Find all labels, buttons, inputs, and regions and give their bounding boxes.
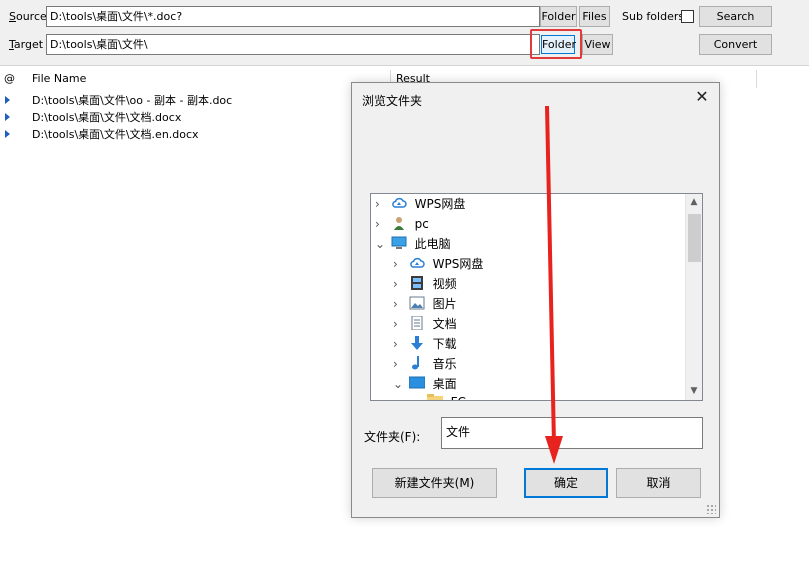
scroll-down-icon[interactable]: ▼ [686, 383, 702, 400]
subfolders-checkbox[interactable] [681, 10, 694, 23]
chevron-right-icon[interactable]: › [375, 214, 387, 234]
source-folder-button[interactable]: Folder [540, 6, 577, 27]
scroll-thumb[interactable] [688, 214, 701, 262]
tree-item-label: 此电脑 [414, 237, 451, 251]
source-input[interactable]: D:\tools\桌面\文件\*.doc? [46, 6, 540, 27]
folder-field-label: 文件夹(F): [364, 430, 421, 444]
tree-item-pc[interactable]: › pc [375, 214, 429, 234]
chevron-down-icon[interactable]: ⌄ [375, 234, 387, 254]
tree-item-pictures[interactable]: › 图片 [393, 294, 457, 314]
chevron-right-icon[interactable]: › [393, 274, 405, 294]
table-row[interactable]: D:\tools\桌面\文件\文档.en.docx [0, 126, 340, 143]
row-expand-icon[interactable] [5, 130, 10, 138]
folder-button-highlight [530, 29, 582, 59]
tree-item-downloads[interactable]: › 下载 [393, 334, 457, 354]
column-divider [756, 70, 757, 88]
annotation-arrow [545, 105, 563, 464]
tree-item-videos[interactable]: › 视频 [393, 274, 457, 294]
desktop-icon [408, 376, 425, 389]
tree-item-fc[interactable]: FC [411, 392, 466, 400]
ok-button[interactable]: 确定 [524, 468, 608, 498]
subfolders-label: Sub folders [622, 10, 685, 23]
chevron-right-icon[interactable]: › [393, 294, 405, 314]
tree-item-desktop[interactable]: ⌄ 桌面 [393, 374, 457, 394]
cancel-button[interactable]: 取消 [616, 468, 701, 498]
column-file-name[interactable]: File Name [32, 72, 86, 85]
cloud-icon [392, 197, 407, 208]
tree-item-label: 视频 [432, 277, 457, 291]
tree-item-music[interactable]: › 音乐 [393, 354, 457, 374]
chevron-right-icon[interactable]: › [393, 354, 405, 374]
cloud-icon [410, 257, 425, 268]
tree-item-label: 音乐 [432, 357, 457, 371]
source-label: Source [9, 10, 47, 23]
document-icon [411, 316, 423, 330]
chevron-right-icon[interactable]: › [393, 314, 405, 334]
tree-item-label: FC [451, 392, 466, 400]
chevron-right-icon[interactable]: › [375, 194, 387, 214]
tree-item-label: 桌面 [432, 377, 457, 391]
target-view-button[interactable]: View [582, 34, 613, 55]
computer-icon [391, 236, 407, 249]
file-name-cell: D:\tools\桌面\文件\文档.en.docx [32, 128, 199, 141]
tree-item-label: WPS网盘 [414, 197, 466, 211]
source-files-button[interactable]: Files [579, 6, 610, 27]
chevron-down-icon[interactable]: ⌄ [393, 374, 405, 394]
target-input[interactable]: D:\tools\桌面\文件\ [46, 34, 540, 55]
video-icon [410, 276, 423, 290]
chevron-right-icon[interactable]: › [393, 254, 405, 274]
tree-item-wps-cloud[interactable]: › WPS网盘 [375, 194, 465, 214]
tree-item-label: pc [414, 217, 429, 231]
tree-item-label: 文档 [432, 317, 457, 331]
tree-item-label: 图片 [432, 297, 457, 311]
row-expand-icon[interactable] [5, 96, 10, 104]
column-at[interactable]: @ [4, 72, 15, 85]
target-label: Target [9, 38, 44, 51]
convert-button[interactable]: Convert [699, 34, 772, 55]
table-row[interactable]: D:\tools\桌面\文件\文档.docx [0, 109, 340, 126]
chevron-right-icon[interactable]: › [393, 334, 405, 354]
tree-item-wps-cloud-child[interactable]: › WPS网盘 [393, 254, 483, 274]
file-name-cell: D:\tools\桌面\文件\文档.docx [32, 111, 182, 124]
search-button[interactable]: Search [699, 6, 772, 27]
file-name-cell: D:\tools\桌面\文件\oo - 副本 - 副本.doc [32, 94, 233, 107]
music-icon [411, 356, 419, 370]
user-icon [393, 217, 404, 230]
tree-item-label: 下载 [432, 337, 457, 351]
tree-item-documents[interactable]: › 文档 [393, 314, 457, 334]
folder-icon [426, 394, 443, 400]
row-expand-icon[interactable] [5, 113, 10, 121]
close-icon[interactable]: ✕ [685, 83, 719, 111]
table-row[interactable]: D:\tools\桌面\文件\oo - 副本 - 副本.doc [0, 92, 340, 109]
tree-scrollbar[interactable]: ▲ ▼ [685, 194, 702, 400]
scroll-up-icon[interactable]: ▲ [686, 194, 702, 211]
picture-icon [409, 296, 425, 310]
dialog-title: 浏览文件夹 [362, 94, 423, 108]
tree-item-label: WPS网盘 [432, 257, 484, 271]
resize-grip[interactable] [706, 504, 716, 514]
download-icon [410, 336, 423, 350]
tree-item-this-pc[interactable]: ⌄ 此电脑 [375, 234, 451, 254]
new-folder-button[interactable]: 新建文件夹(M) [372, 468, 497, 498]
